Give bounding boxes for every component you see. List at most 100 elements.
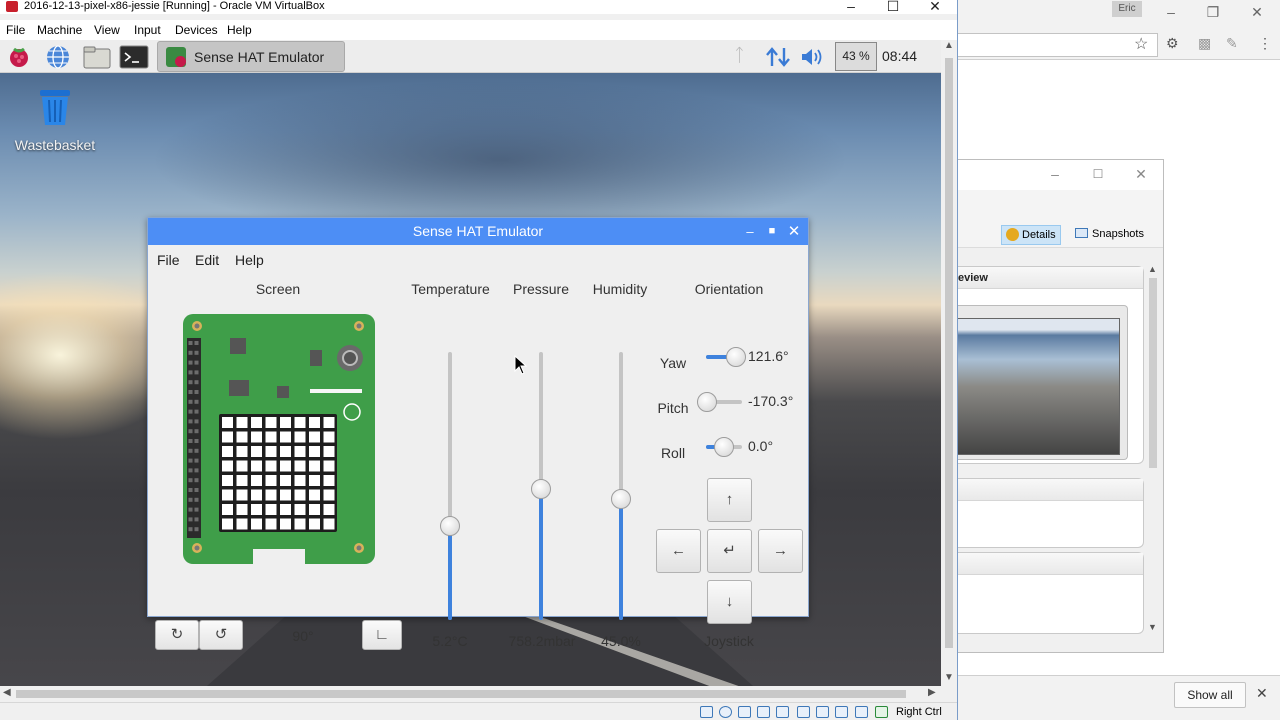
sense-hat-board[interactable] bbox=[183, 314, 375, 564]
bluetooth-icon[interactable]: ᛏ bbox=[734, 45, 745, 66]
web-browser-icon[interactable] bbox=[45, 44, 71, 70]
shared-folders-icon[interactable] bbox=[797, 706, 810, 718]
extension-3-icon[interactable]: ✎ bbox=[1226, 35, 1238, 52]
pitch-slider-handle[interactable] bbox=[697, 392, 718, 412]
vscroll-thumb[interactable] bbox=[945, 58, 953, 648]
menu-file[interactable]: File bbox=[6, 23, 25, 37]
minimize-icon[interactable]: – bbox=[836, 0, 866, 14]
vbox-vertical-scrollbar[interactable]: ▲ ▼ bbox=[941, 40, 957, 686]
led-pixel bbox=[251, 417, 262, 428]
temperature-slider-handle[interactable] bbox=[440, 516, 460, 537]
gpio-pin bbox=[194, 478, 199, 483]
vbox-horizontal-scrollbar[interactable]: ◀ ▶ bbox=[0, 686, 941, 702]
scroll-up-icon[interactable]: ▲ bbox=[944, 40, 954, 51]
led-pixel bbox=[236, 518, 248, 530]
taskbar-sense-hat-emulator[interactable]: Sense HAT Emulator bbox=[157, 41, 345, 72]
menu-help[interactable]: Help bbox=[227, 23, 252, 37]
emulator-minimize-icon[interactable]: – bbox=[740, 218, 760, 245]
close-icon[interactable]: ✕ bbox=[920, 0, 950, 14]
emu-menu-file[interactable]: File bbox=[157, 252, 180, 268]
led-pixel bbox=[280, 460, 291, 472]
display-icon[interactable] bbox=[816, 706, 829, 718]
joystick-down-button[interactable]: ↓ bbox=[707, 580, 752, 624]
humidity-slider-handle[interactable] bbox=[611, 489, 631, 510]
terminal-icon[interactable] bbox=[119, 44, 149, 70]
mouse-integration-icon[interactable] bbox=[875, 706, 888, 718]
rotate-clockwise-button[interactable]: ↻ bbox=[155, 620, 199, 650]
browser-minimize-icon[interactable]: – bbox=[1156, 4, 1186, 20]
vbm-close-icon[interactable]: ✕ bbox=[1126, 166, 1156, 182]
gpio-pin bbox=[188, 488, 193, 492]
desktop-wastebasket[interactable]: Wastebasket bbox=[12, 88, 98, 153]
rotate-counterclockwise-button[interactable]: ↺ bbox=[199, 620, 243, 650]
gpio-pin bbox=[194, 341, 199, 345]
led-pixel bbox=[309, 504, 320, 515]
joystick-left-button[interactable]: ← bbox=[656, 529, 701, 573]
browser-restore-icon[interactable]: ❐ bbox=[1198, 4, 1228, 20]
led-pixel bbox=[236, 460, 248, 472]
vbm-scroll-thumb[interactable] bbox=[1149, 278, 1157, 468]
address-bar[interactable] bbox=[958, 33, 1158, 57]
joystick-enter-button[interactable]: ↵ bbox=[707, 529, 752, 573]
wastebasket-icon bbox=[40, 90, 70, 125]
roll-slider-handle[interactable] bbox=[714, 437, 734, 457]
arrow-down-icon: ↓ bbox=[725, 593, 734, 610]
gpio-pin bbox=[194, 380, 199, 385]
bookmark-star-icon[interactable]: ☆ bbox=[1134, 34, 1148, 54]
emu-menu-help[interactable]: Help bbox=[235, 252, 264, 268]
scroll-down-icon[interactable]: ▼ bbox=[944, 672, 954, 683]
led-pixel bbox=[309, 475, 320, 486]
extension-2-icon[interactable]: ▩ bbox=[1198, 35, 1211, 52]
volume-icon[interactable] bbox=[800, 47, 826, 67]
menu-input[interactable]: Input bbox=[134, 23, 161, 37]
maximize-icon[interactable]: ☐ bbox=[878, 0, 908, 14]
browser-menu-icon[interactable]: ⋮ bbox=[1258, 35, 1272, 52]
scroll-right-icon[interactable]: ▶ bbox=[928, 687, 936, 698]
emulator-maximize-icon[interactable]: ■ bbox=[762, 218, 782, 245]
panel-clock[interactable]: 08:44 bbox=[882, 48, 917, 64]
vbm-scroll-down-icon[interactable]: ▼ bbox=[1148, 622, 1157, 632]
vbox-titlebar: 2016-12-13-pixel-x86-jessie [Running] - … bbox=[0, 0, 957, 14]
joystick-up-button[interactable]: ↑ bbox=[707, 478, 752, 522]
pressure-slider-handle[interactable] bbox=[531, 478, 551, 499]
vbm-section-panel bbox=[958, 478, 1144, 548]
extension-icon[interactable]: ⚙ bbox=[1166, 35, 1179, 52]
snapshots-button[interactable]: Snapshots bbox=[1072, 225, 1156, 245]
yaw-slider-handle[interactable] bbox=[726, 347, 747, 367]
emu-menu-edit[interactable]: Edit bbox=[195, 252, 219, 268]
show-all-button[interactable]: Show all bbox=[1174, 682, 1246, 708]
led-pixel bbox=[294, 460, 306, 472]
video-capture-icon[interactable] bbox=[835, 706, 848, 718]
browser-close-icon[interactable]: ✕ bbox=[1242, 4, 1272, 20]
browser-titlebar: Eric – ❐ ✕ bbox=[958, 0, 1280, 30]
menu-machine[interactable]: Machine bbox=[37, 23, 82, 37]
hard-disk-icon[interactable] bbox=[700, 706, 713, 718]
network-icon[interactable] bbox=[765, 46, 791, 68]
user-badge[interactable]: Eric bbox=[1112, 1, 1142, 17]
scroll-left-icon[interactable]: ◀ bbox=[3, 687, 11, 698]
menu-view[interactable]: View bbox=[94, 23, 120, 37]
vbm-maximize-icon[interactable]: ☐ bbox=[1083, 166, 1113, 182]
network-adapter-icon[interactable] bbox=[757, 706, 770, 718]
led-pixel bbox=[265, 475, 277, 486]
menu-devices[interactable]: Devices bbox=[175, 23, 218, 37]
cpu-monitor[interactable]: 43 % bbox=[835, 42, 877, 71]
downloads-close-icon[interactable]: ✕ bbox=[1256, 685, 1268, 702]
vbm-scrollbar[interactable]: ▲ ▼ bbox=[1145, 264, 1161, 636]
humidity-slider-fill bbox=[619, 499, 623, 620]
virtualization-icon[interactable] bbox=[855, 706, 868, 718]
usb-icon[interactable] bbox=[776, 706, 789, 718]
file-manager-icon[interactable] bbox=[82, 44, 112, 70]
audio-icon[interactable] bbox=[738, 706, 751, 718]
gpio-pin bbox=[188, 399, 193, 404]
emulator-close-icon[interactable]: ✕ bbox=[784, 218, 804, 245]
vbm-scroll-up-icon[interactable]: ▲ bbox=[1148, 264, 1157, 274]
optical-drive-icon[interactable] bbox=[719, 706, 732, 718]
details-button[interactable]: Details bbox=[1001, 225, 1061, 245]
hscroll-thumb[interactable] bbox=[16, 690, 906, 698]
led-pixel bbox=[309, 446, 320, 457]
vbm-minimize-icon[interactable]: – bbox=[1040, 166, 1070, 182]
orientation-reset-button[interactable]: ∟ bbox=[362, 620, 402, 650]
raspberry-menu-icon[interactable] bbox=[6, 44, 32, 70]
joystick-right-button[interactable]: → bbox=[758, 529, 803, 573]
